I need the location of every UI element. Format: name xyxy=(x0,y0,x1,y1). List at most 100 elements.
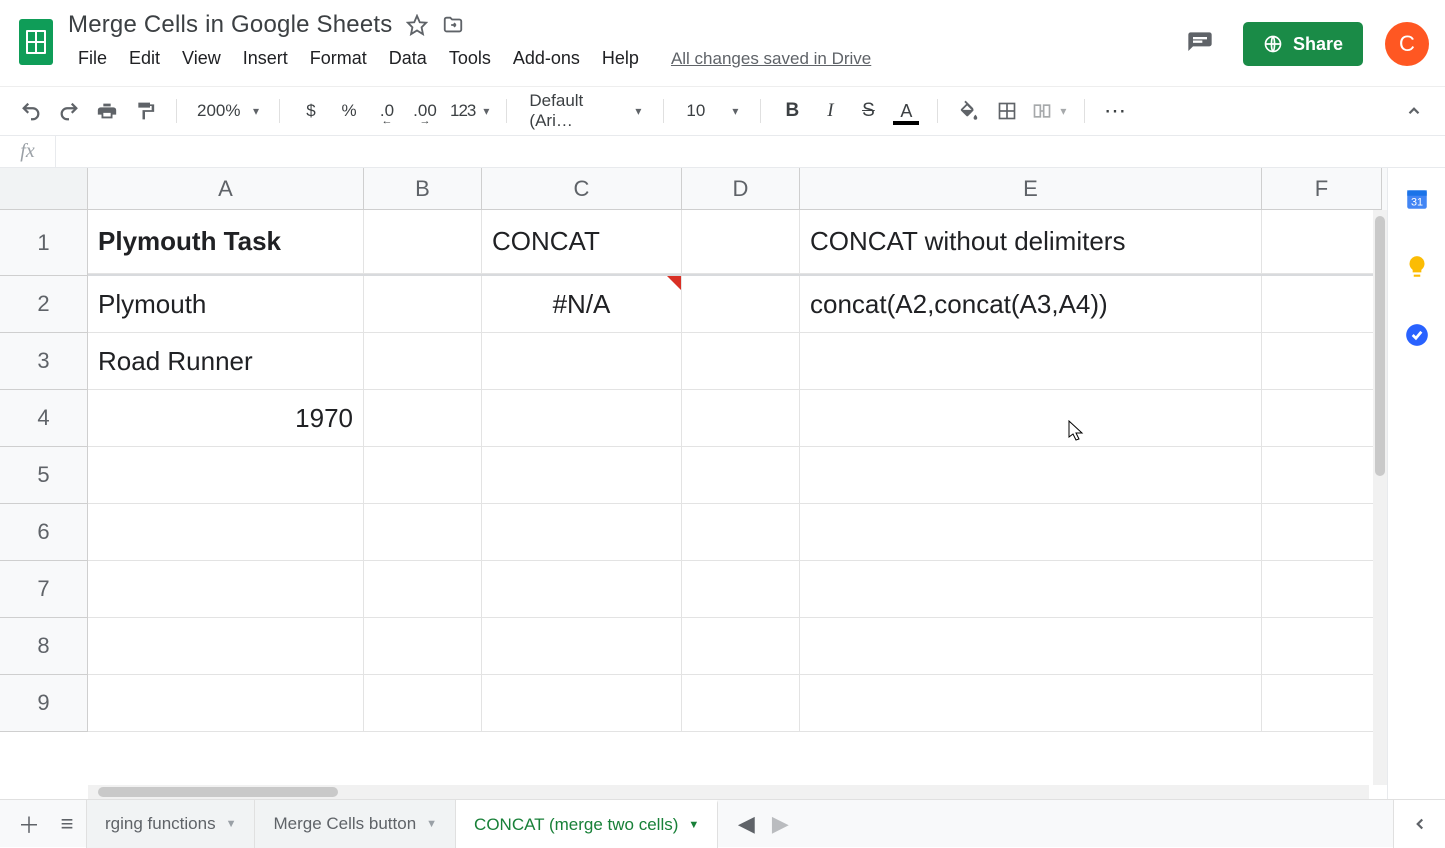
cell-D1[interactable] xyxy=(682,210,800,274)
cell-F2[interactable] xyxy=(1262,276,1382,333)
add-sheet-button[interactable]: ＋ xyxy=(10,805,48,843)
horizontal-scrollbar[interactable] xyxy=(88,785,1369,799)
all-sheets-button[interactable]: ≡ xyxy=(48,805,86,843)
cell-F4[interactable] xyxy=(1262,390,1382,447)
fill-color-button[interactable] xyxy=(952,94,986,128)
cell-D3[interactable] xyxy=(682,333,800,390)
cell-F1[interactable] xyxy=(1262,210,1382,274)
column-header-F[interactable]: F xyxy=(1262,168,1382,210)
menu-view[interactable]: View xyxy=(172,44,231,73)
menu-insert[interactable]: Insert xyxy=(233,44,298,73)
chevron-down-icon[interactable]: ▼ xyxy=(226,818,237,830)
document-title[interactable]: Merge Cells in Google Sheets xyxy=(68,11,392,39)
cell-B1[interactable] xyxy=(364,210,482,274)
show-side-panel-button[interactable] xyxy=(1393,800,1445,848)
chevron-down-icon[interactable]: ▼ xyxy=(426,818,437,830)
cell-E1[interactable]: CONCAT without delimiters xyxy=(800,210,1262,274)
cell-E7[interactable] xyxy=(800,561,1262,618)
row-header-9[interactable]: 9 xyxy=(0,675,88,732)
sheet-tab-2[interactable]: Merge Cells button▼ xyxy=(255,800,456,848)
cell-E9[interactable] xyxy=(800,675,1262,732)
cell-B8[interactable] xyxy=(364,618,482,675)
more-toolbar-button[interactable]: ⋯ xyxy=(1099,94,1133,128)
cell-F8[interactable] xyxy=(1262,618,1382,675)
column-header-A[interactable]: A xyxy=(88,168,364,210)
cell-E6[interactable] xyxy=(800,504,1262,561)
cell-D6[interactable] xyxy=(682,504,800,561)
sheets-logo[interactable] xyxy=(16,16,56,68)
comments-button[interactable] xyxy=(1179,23,1221,65)
cell-A4[interactable]: 1970 xyxy=(88,390,364,447)
formula-input[interactable] xyxy=(56,136,1445,167)
share-button[interactable]: Share xyxy=(1243,22,1363,66)
bold-button[interactable]: B xyxy=(775,94,809,128)
collapse-toolbar-button[interactable] xyxy=(1397,94,1431,128)
cell-D7[interactable] xyxy=(682,561,800,618)
menu-file[interactable]: File xyxy=(68,44,117,73)
cell-A1[interactable]: Plymouth Task xyxy=(88,210,364,274)
cell-A8[interactable] xyxy=(88,618,364,675)
calendar-addon-icon[interactable]: 31 xyxy=(1404,186,1430,212)
spreadsheet-grid[interactable]: A B C D E F 1 2 3 4 5 6 7 8 9 Plymouth T… xyxy=(0,168,1387,799)
cell-B6[interactable] xyxy=(364,504,482,561)
cell-C1[interactable]: CONCAT xyxy=(482,210,682,274)
keep-addon-icon[interactable] xyxy=(1404,254,1430,280)
chevron-down-icon[interactable]: ▼ xyxy=(688,819,699,831)
decrease-decimal-button[interactable]: .0← xyxy=(370,94,404,128)
cell-A5[interactable] xyxy=(88,447,364,504)
cell-C4[interactable] xyxy=(482,390,682,447)
tab-scroll-left-button[interactable]: ◀ xyxy=(732,805,760,843)
drive-save-status[interactable]: All changes saved in Drive xyxy=(671,49,871,69)
zoom-select[interactable]: 200% xyxy=(191,94,265,128)
cell-A6[interactable] xyxy=(88,504,364,561)
menu-format[interactable]: Format xyxy=(300,44,377,73)
redo-button[interactable] xyxy=(52,94,86,128)
move-to-folder-icon[interactable] xyxy=(442,14,464,36)
cell-C7[interactable] xyxy=(482,561,682,618)
star-icon[interactable] xyxy=(406,14,428,36)
cell-D8[interactable] xyxy=(682,618,800,675)
cell-B5[interactable] xyxy=(364,447,482,504)
row-header-7[interactable]: 7 xyxy=(0,561,88,618)
cell-C5[interactable] xyxy=(482,447,682,504)
vertical-scrollbar[interactable] xyxy=(1373,210,1387,785)
text-color-button[interactable]: A xyxy=(889,94,923,128)
cell-E4[interactable] xyxy=(800,390,1262,447)
cell-A7[interactable] xyxy=(88,561,364,618)
font-size-select[interactable]: 10 xyxy=(678,94,746,128)
tab-scroll-right-button[interactable]: ▶ xyxy=(766,805,794,843)
cell-D5[interactable] xyxy=(682,447,800,504)
cell-E8[interactable] xyxy=(800,618,1262,675)
menu-edit[interactable]: Edit xyxy=(119,44,170,73)
column-header-D[interactable]: D xyxy=(682,168,800,210)
sheet-tab-active[interactable]: CONCAT (merge two cells)▼ xyxy=(456,800,718,848)
cell-F3[interactable] xyxy=(1262,333,1382,390)
menu-addons[interactable]: Add-ons xyxy=(503,44,590,73)
menu-help[interactable]: Help xyxy=(592,44,649,73)
print-button[interactable] xyxy=(90,94,124,128)
menu-tools[interactable]: Tools xyxy=(439,44,501,73)
increase-decimal-button[interactable]: .00→ xyxy=(408,94,442,128)
cell-D2[interactable] xyxy=(682,276,800,333)
cell-B7[interactable] xyxy=(364,561,482,618)
column-header-C[interactable]: C xyxy=(482,168,682,210)
italic-button[interactable]: I xyxy=(813,94,847,128)
row-header-4[interactable]: 4 xyxy=(0,390,88,447)
cell-A3[interactable]: Road Runner xyxy=(88,333,364,390)
row-header-5[interactable]: 5 xyxy=(0,447,88,504)
cell-E5[interactable] xyxy=(800,447,1262,504)
cell-D9[interactable] xyxy=(682,675,800,732)
cell-B4[interactable] xyxy=(364,390,482,447)
more-formats-button[interactable]: 123 xyxy=(446,94,492,128)
cell-F6[interactable] xyxy=(1262,504,1382,561)
font-select[interactable]: Default (Ari… xyxy=(521,94,649,128)
cell-A2[interactable]: Plymouth xyxy=(88,276,364,333)
cell-C3[interactable] xyxy=(482,333,682,390)
cell-B3[interactable] xyxy=(364,333,482,390)
cell-C9[interactable] xyxy=(482,675,682,732)
row-header-6[interactable]: 6 xyxy=(0,504,88,561)
sheet-tab-1[interactable]: rging functions▼ xyxy=(86,800,255,848)
cell-F5[interactable] xyxy=(1262,447,1382,504)
tasks-addon-icon[interactable] xyxy=(1404,322,1430,348)
column-header-E[interactable]: E xyxy=(800,168,1262,210)
